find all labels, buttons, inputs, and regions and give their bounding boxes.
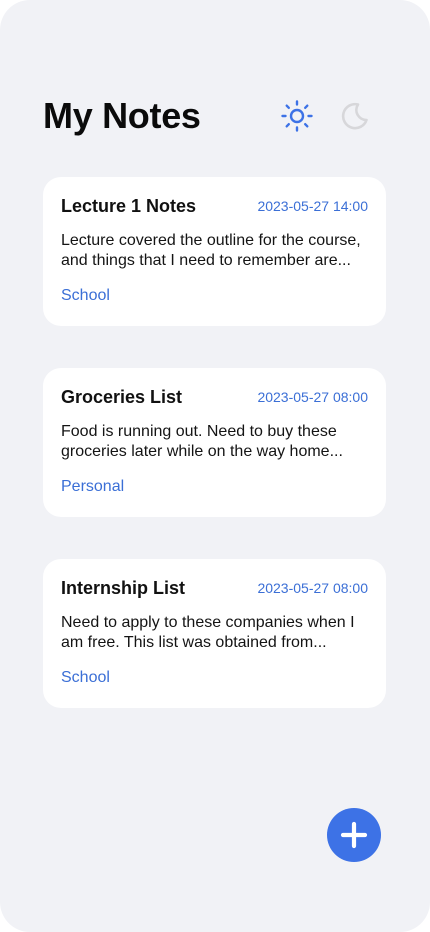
note-tag[interactable]: School — [61, 669, 110, 687]
note-title: Internship List — [61, 578, 186, 598]
note-preview: Need to apply to these companies when I … — [61, 614, 355, 651]
moon-icon — [341, 102, 368, 130]
sun-icon — [281, 100, 313, 132]
note-preview: Food is running out. Need to buy these g… — [61, 423, 343, 460]
page-title: My Notes — [43, 95, 201, 136]
note-date: 2023-05-27 14:00 — [257, 198, 368, 214]
app-screen: My Notes Lecture 1 Notes 2023-05-27 14:0… — [0, 0, 430, 932]
add-note-button[interactable] — [327, 808, 381, 862]
note-title: Lecture 1 Notes — [61, 196, 197, 216]
header: My Notes — [43, 92, 387, 140]
note-preview: Lecture covered the outline for the cour… — [61, 232, 361, 269]
note-title: Groceries List — [61, 387, 183, 407]
light-mode-button[interactable] — [279, 98, 315, 134]
note-card[interactable]: Lecture 1 Notes 2023-05-27 14:00 Lecture… — [43, 177, 386, 326]
dark-mode-button[interactable] — [337, 98, 373, 134]
note-date: 2023-05-27 08:00 — [257, 389, 368, 405]
theme-toggle — [279, 98, 387, 134]
note-date: 2023-05-27 08:00 — [257, 580, 368, 596]
plus-icon — [340, 821, 368, 849]
note-card[interactable]: Groceries List 2023-05-27 08:00 Food is … — [43, 368, 386, 517]
note-card[interactable]: Internship List 2023-05-27 08:00 Need to… — [43, 559, 386, 708]
note-tag[interactable]: School — [61, 287, 110, 305]
notes-list: Lecture 1 Notes 2023-05-27 14:00 Lecture… — [43, 177, 386, 750]
note-tag[interactable]: Personal — [61, 478, 124, 496]
